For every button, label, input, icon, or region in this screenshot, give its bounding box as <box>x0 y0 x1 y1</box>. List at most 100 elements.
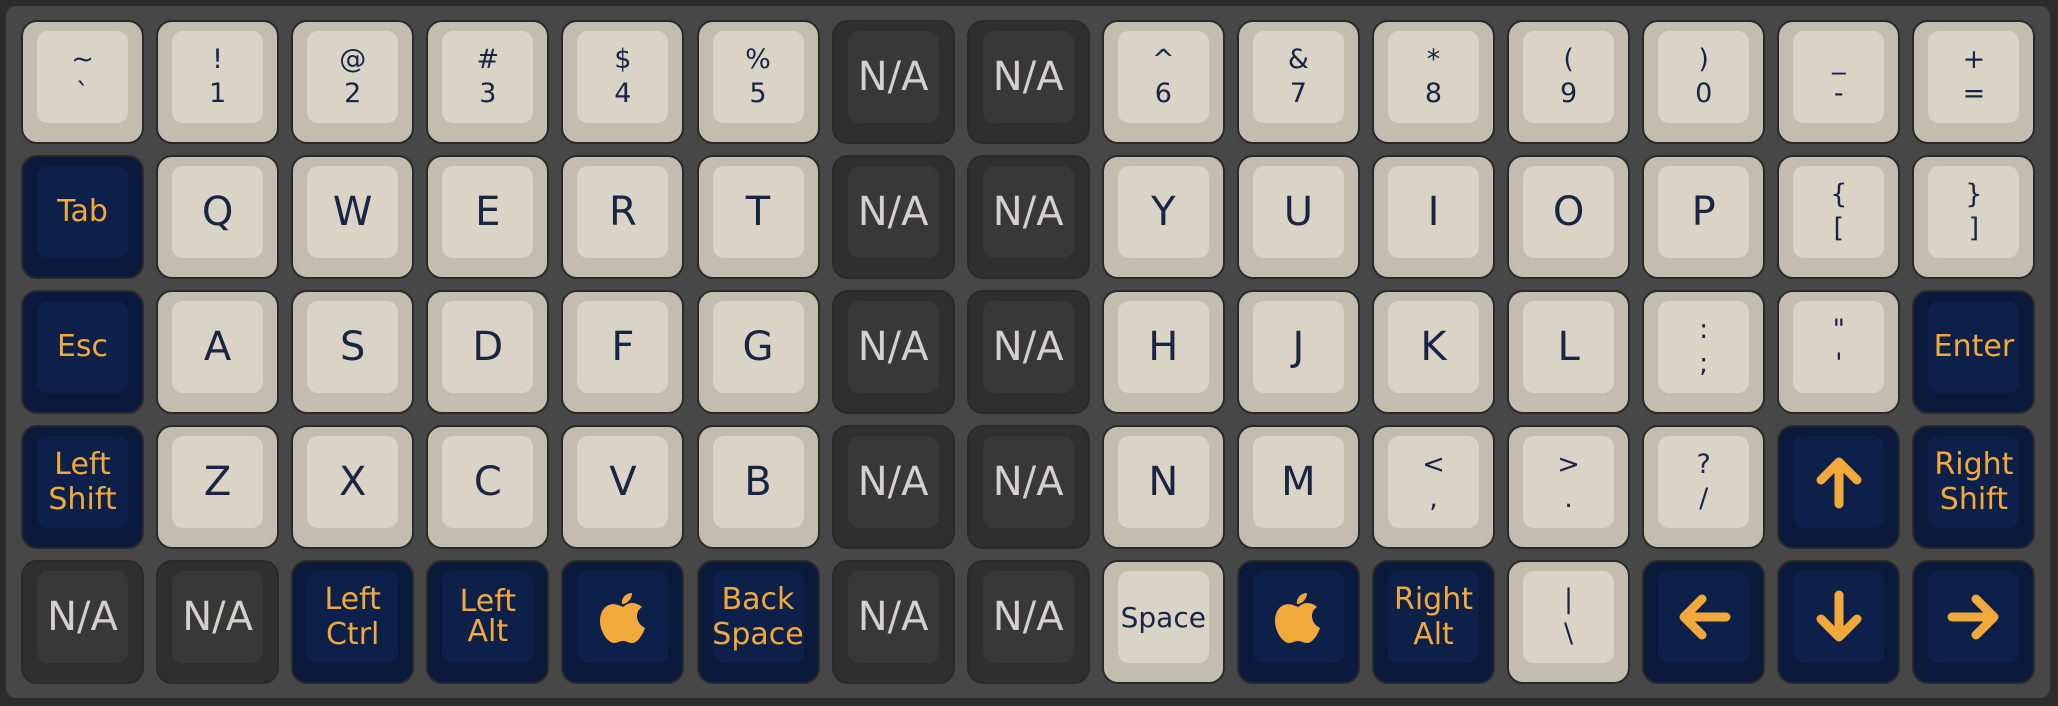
key-sym[interactable]: ~ ` <box>21 20 144 144</box>
key-n-a[interactable]: N/A <box>831 20 955 144</box>
keycap-top: V <box>577 436 669 528</box>
key-n-a[interactable]: N/A <box>831 425 955 549</box>
key-sym[interactable]: ? / <box>1642 425 1766 549</box>
key-4[interactable]: $4 <box>561 20 685 144</box>
key-3[interactable]: #3 <box>426 20 550 144</box>
key-n-a[interactable]: N/A <box>966 20 1090 144</box>
key-arrow-down[interactable] <box>1777 560 1901 684</box>
key-arrow-right[interactable] <box>1912 560 2036 684</box>
key-sym[interactable]: <, <box>1372 425 1495 549</box>
key-sym[interactable]: {[ <box>1777 155 1901 279</box>
key-label: L <box>1557 324 1580 370</box>
key-z[interactable]: Z <box>156 425 280 549</box>
key-sym[interactable]: :; <box>1642 290 1766 414</box>
key-g[interactable]: G <box>696 290 820 414</box>
keycap-top: * 8 <box>1388 31 1479 123</box>
key-sym[interactable]: >. <box>1507 425 1631 549</box>
key-v[interactable]: V <box>561 425 685 549</box>
key-top-legend: ? <box>1696 449 1711 480</box>
key-right-shift[interactable]: Right Shift <box>1912 425 2036 549</box>
key-9[interactable]: (9 <box>1507 20 1631 144</box>
key-k[interactable]: K <box>1372 290 1495 414</box>
key-tab[interactable]: Tab <box>21 155 144 279</box>
key-n-a[interactable]: N/A <box>831 560 955 684</box>
key-back-space[interactable]: Back Space <box>696 560 820 684</box>
key-x[interactable]: X <box>291 425 415 549</box>
key-left-alt[interactable]: Left Alt <box>426 560 550 684</box>
keycap-top <box>1793 571 1885 663</box>
keyboard-case: ~ `! 1 @2 #3 $4% 5 N/A N/A ^ 6 & 7 * 8(9) 0 _ - + = Tab Q W E R T… <box>6 6 2050 698</box>
keycap-top: _ - <box>1793 31 1885 123</box>
key-7[interactable]: & 7 <box>1236 20 1360 144</box>
key-5[interactable]: % 5 <box>696 20 820 144</box>
key-s[interactable]: S <box>291 290 415 414</box>
key-2[interactable]: @2 <box>291 20 415 144</box>
key-t[interactable]: T <box>696 155 820 279</box>
key-sym[interactable]: + = <box>1912 20 2036 144</box>
key-esc[interactable]: Esc <box>21 290 144 414</box>
key-y[interactable]: Y <box>1101 155 1225 279</box>
keycap-top: Tab <box>37 166 128 258</box>
key-1[interactable]: ! 1 <box>156 20 280 144</box>
key-top-legend: } <box>1965 179 1983 210</box>
key-j[interactable]: J <box>1236 290 1360 414</box>
key-right-alt[interactable]: Right Alt <box>1372 560 1495 684</box>
key-p[interactable]: P <box>1642 155 1766 279</box>
key-h[interactable]: H <box>1101 290 1225 414</box>
key-b[interactable]: B <box>696 425 820 549</box>
key-d[interactable]: D <box>426 290 550 414</box>
key-n-a[interactable]: N/A <box>156 560 280 684</box>
apple-icon <box>599 590 647 644</box>
arrow-down-icon <box>1811 589 1867 645</box>
key-n-a[interactable]: N/A <box>966 560 1090 684</box>
keycap-top <box>1928 571 2020 663</box>
key-n-a[interactable]: N/A <box>966 425 1090 549</box>
key-c[interactable]: C <box>426 425 550 549</box>
key-e[interactable]: E <box>426 155 550 279</box>
key-label: M <box>1281 459 1316 505</box>
key-6[interactable]: ^ 6 <box>1101 20 1225 144</box>
key-label: C <box>473 459 502 505</box>
key-8[interactable]: * 8 <box>1372 20 1495 144</box>
key-f[interactable]: F <box>561 290 685 414</box>
key-m[interactable]: M <box>1236 425 1360 549</box>
key-u[interactable]: U <box>1236 155 1360 279</box>
keycap-top: Right Shift <box>1928 436 2020 528</box>
key-left-ctrl[interactable]: Left Ctrl <box>291 560 415 684</box>
key-top-legend: _ <box>1832 44 1846 75</box>
key-n-a[interactable]: N/A <box>831 155 955 279</box>
key-apple[interactable] <box>1236 560 1360 684</box>
key-i[interactable]: I <box>1372 155 1495 279</box>
key-r[interactable]: R <box>561 155 685 279</box>
key-bottom-legend: Shift <box>48 482 117 517</box>
key-sym[interactable]: " ' <box>1777 290 1901 414</box>
key-arrow-up[interactable] <box>1777 425 1901 549</box>
key-w[interactable]: W <box>291 155 415 279</box>
key-sym[interactable]: }] <box>1912 155 2036 279</box>
key-label: J <box>1292 324 1305 370</box>
key-enter[interactable]: Enter <box>1912 290 2036 414</box>
key-top-legend: ! <box>212 44 223 75</box>
key-n-a[interactable]: N/A <box>966 155 1090 279</box>
key-n-a[interactable]: N/A <box>966 290 1090 414</box>
key-l[interactable]: L <box>1507 290 1631 414</box>
key-top-legend: > <box>1557 449 1580 480</box>
key-label: N/A <box>992 324 1064 370</box>
key-arrow-left[interactable] <box>1642 560 1766 684</box>
key-n[interactable]: N <box>1101 425 1225 549</box>
key-o[interactable]: O <box>1507 155 1631 279</box>
key-q[interactable]: Q <box>156 155 280 279</box>
key-apple[interactable] <box>561 560 685 684</box>
key-n-a[interactable]: N/A <box>21 560 144 684</box>
key-sym[interactable]: _ - <box>1777 20 1901 144</box>
key-sym[interactable]: | \ <box>1507 560 1631 684</box>
keycap-top: $4 <box>577 31 669 123</box>
key-0[interactable]: ) 0 <box>1642 20 1766 144</box>
key-space[interactable]: Space <box>1101 560 1225 684</box>
key-top-legend: < <box>1422 449 1445 480</box>
key-bottom-legend: 4 <box>614 78 632 109</box>
key-left-shift[interactable]: Left Shift <box>21 425 144 549</box>
key-label: V <box>609 459 637 505</box>
key-a[interactable]: A <box>156 290 280 414</box>
key-n-a[interactable]: N/A <box>831 290 955 414</box>
